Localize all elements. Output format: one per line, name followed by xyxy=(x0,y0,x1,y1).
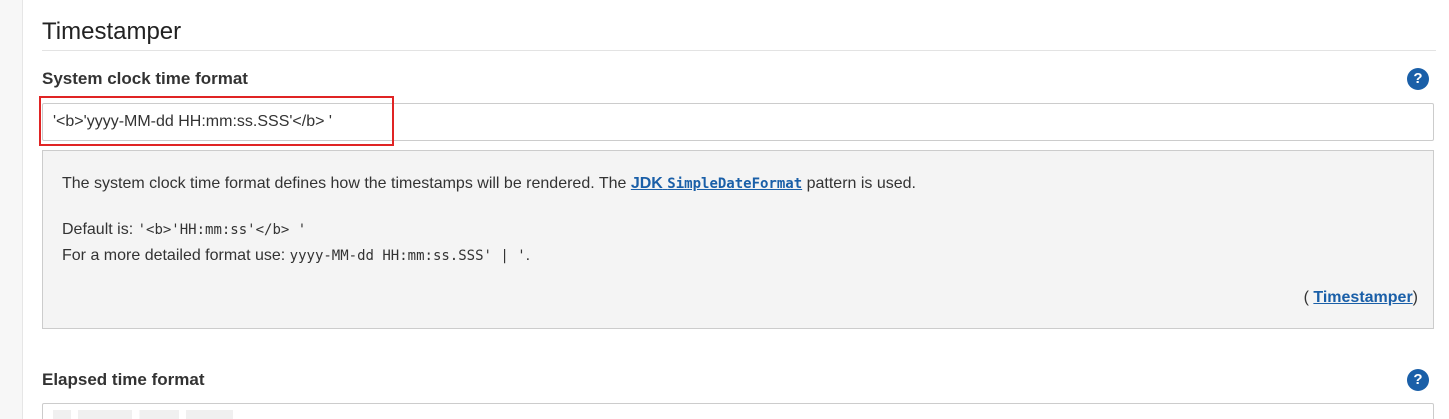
credit-close: ) xyxy=(1412,289,1418,306)
default-format-line: Default is: '<b>'HH:mm:ss'</b> ' xyxy=(62,217,530,243)
default-format-code: '<b>'HH:mm:ss'</b> ' xyxy=(137,222,307,238)
system-clock-format-label: System clock time format xyxy=(42,69,248,88)
simpledateformat-link-label: SimpleDateFormat xyxy=(667,176,803,192)
default-prefix: Default is: xyxy=(62,221,138,238)
question-circle-icon[interactable]: ? xyxy=(1407,68,1429,90)
help-defaults: Default is: '<b>'HH:mm:ss'</b> ' For a m… xyxy=(62,217,530,269)
detailed-format-line: For a more detailed format use: yyyy-MM-… xyxy=(62,243,530,269)
detailed-prefix: For a more detailed format use: xyxy=(62,247,290,264)
section-divider xyxy=(42,50,1436,51)
plugin-credit: ( Timestamper) xyxy=(1304,288,1418,308)
system-clock-help-panel: The system clock time format defines how… xyxy=(42,150,1434,329)
left-side-panel xyxy=(0,0,23,419)
elapsed-time-format-label: Elapsed time format xyxy=(42,370,205,389)
question-circle-icon[interactable]: ? xyxy=(1407,369,1429,391)
detailed-format-code: yyyy-MM-dd HH:mm:ss.SSS' | ' xyxy=(289,248,526,264)
page: Timestamper System clock time format ? T… xyxy=(0,0,1449,419)
section-title: Timestamper xyxy=(42,18,182,45)
detailed-suffix: . xyxy=(525,247,531,264)
system-clock-format-input[interactable] xyxy=(42,103,1434,141)
jdk-link-label: JDK xyxy=(630,175,663,192)
timestamper-plugin-link[interactable]: Timestamper xyxy=(1313,289,1412,306)
help-description: The system clock time format defines how… xyxy=(62,174,916,194)
help-line1-suffix: pattern is used. xyxy=(802,175,916,192)
jdk-simpledateformat-link[interactable]: JDK SimpleDateFormat xyxy=(631,175,802,192)
elapsed-time-format-value-cut-off xyxy=(53,410,233,419)
credit-open: ( xyxy=(1303,289,1309,306)
elapsed-time-format-input[interactable] xyxy=(42,403,1434,419)
help-line1-prefix: The system clock time format defines how… xyxy=(62,175,631,192)
